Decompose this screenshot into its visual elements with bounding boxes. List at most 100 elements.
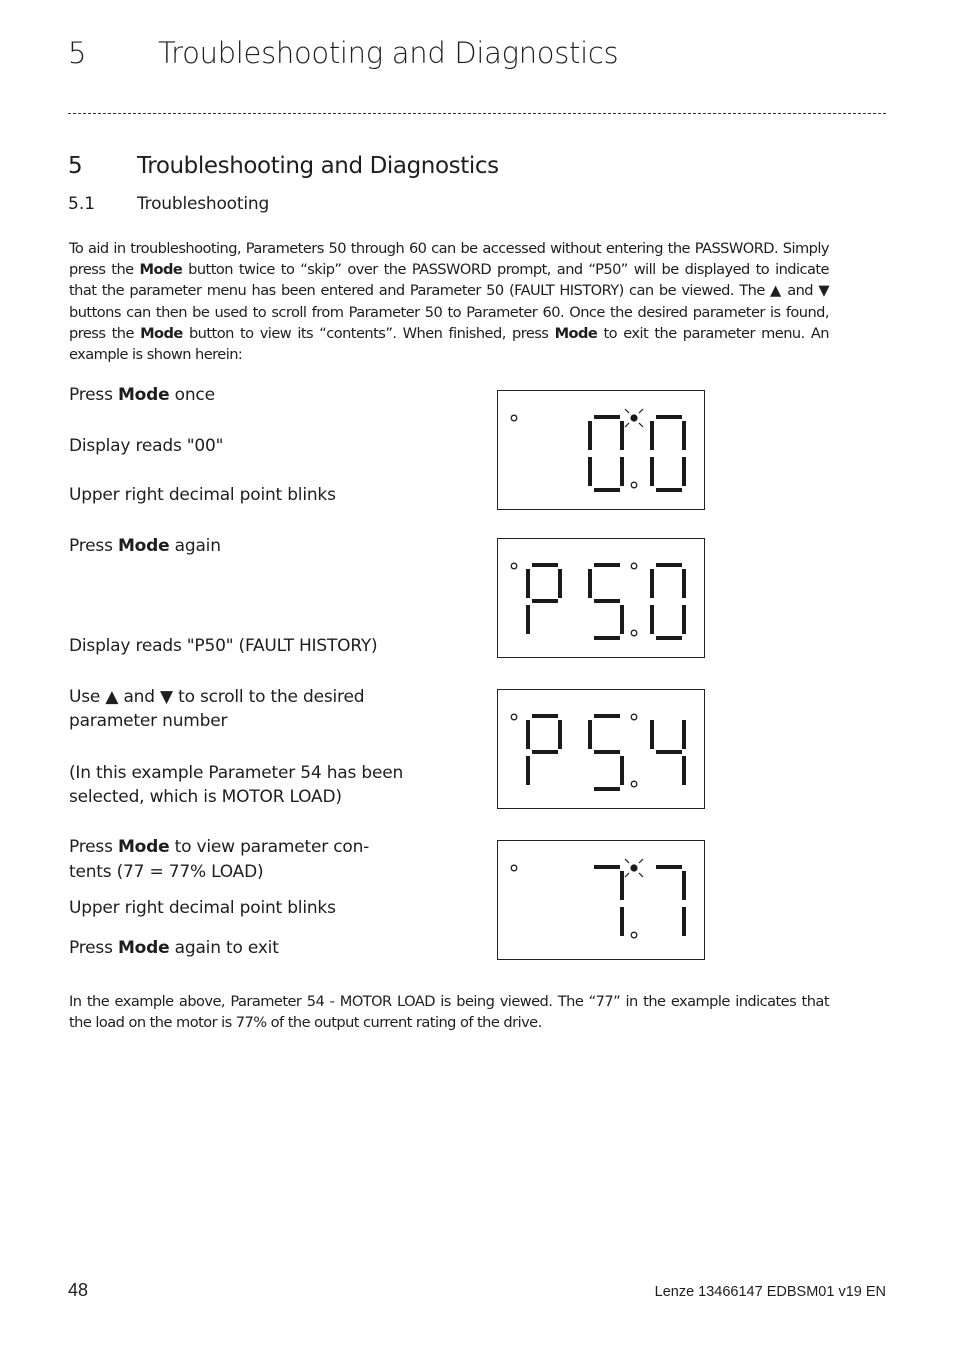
mode-button-label: Mode <box>117 385 170 405</box>
segment-a <box>594 415 620 419</box>
segment-c <box>682 457 686 486</box>
segment-g <box>594 750 620 754</box>
segment-e <box>588 457 592 486</box>
step-scroll-line2: parameter number <box>69 709 228 734</box>
seven-segment-svg <box>510 713 686 791</box>
intro-paragraph: To aid in troubleshooting, Parameters 50… <box>69 238 830 365</box>
text-run: Display reads "00" <box>69 436 224 456</box>
indicator-dot <box>510 562 518 570</box>
section-number: 5 <box>68 153 83 179</box>
segment-b <box>682 421 686 450</box>
blink-ray <box>638 872 644 878</box>
lower-decimal-point <box>630 629 638 637</box>
segment-c <box>620 457 624 486</box>
blink-ray <box>624 422 630 428</box>
mode-button-label: Mode <box>140 324 183 342</box>
segment-d <box>594 787 620 791</box>
segment-a <box>532 563 558 567</box>
segment-d <box>594 488 620 492</box>
text-run: again to exit <box>169 938 279 958</box>
step-press-mode-exit: Press Mode again to exit <box>69 936 279 961</box>
mode-button-label: Mode <box>554 324 598 342</box>
segment-e <box>650 605 654 634</box>
step-display-reads-00: Display reads "00" <box>69 434 223 459</box>
segment-f <box>588 421 592 450</box>
segment-b <box>620 421 624 450</box>
mode-button-label: Mode <box>117 938 170 958</box>
segment-b <box>682 720 686 749</box>
blink-ray <box>624 858 630 864</box>
upper-decimal-point <box>630 713 638 721</box>
segment-f <box>526 569 530 598</box>
segment-f <box>650 569 654 598</box>
text-run: Upper right decimal point blinks <box>69 485 336 505</box>
segment-d <box>656 636 682 640</box>
segment-f <box>588 720 592 749</box>
chapter-title: Troubleshooting and Diagnostics <box>158 36 619 70</box>
segment-e <box>526 605 530 634</box>
text-run: tents (77 = 77% LOAD) <box>69 862 264 882</box>
mode-button-label: Mode <box>117 837 170 857</box>
segment-e <box>650 457 654 486</box>
led-display-77 <box>497 840 705 960</box>
led-display-p50 <box>497 538 705 658</box>
text-run: Display reads "P50" (FAULT HISTORY) <box>69 636 378 656</box>
led-display-00 <box>497 390 705 510</box>
step-scroll-line1: Use ▲ and ▼ to scroll to the desired <box>69 685 365 710</box>
segment-c <box>682 756 686 785</box>
chapter-number: 5 <box>68 36 87 70</box>
text-run: (In this example Parameter 54 has been <box>69 763 404 783</box>
text-run: button to view its “contents”. When fini… <box>182 324 555 342</box>
segment-f <box>650 720 654 749</box>
text-run: In the example above, Parameter 54 - MOT… <box>69 993 830 1032</box>
segment-f <box>650 421 654 450</box>
text-run: Upper right decimal point blinks <box>69 898 336 918</box>
step-press-mode-once: Press Mode once <box>69 383 215 408</box>
segment-c <box>682 605 686 634</box>
upper-decimal-point <box>630 562 638 570</box>
segment-a <box>594 865 620 869</box>
blinking-decimal-point <box>630 864 638 872</box>
segment-g <box>656 750 682 754</box>
outro-paragraph: In the example above, Parameter 54 - MOT… <box>69 991 830 1033</box>
segment-d <box>656 488 682 492</box>
text-run: Press <box>69 837 118 857</box>
segment-b <box>682 569 686 598</box>
seven-segment-svg <box>510 858 686 939</box>
segment-g <box>532 599 558 603</box>
step-decimal-blinks: Upper right decimal point blinks <box>69 483 336 508</box>
mode-button-label: Mode <box>117 536 170 556</box>
step-decimal-blinks-2: Upper right decimal point blinks <box>69 896 336 921</box>
text-run: Press <box>69 385 118 405</box>
segment-c <box>620 907 624 936</box>
step-example-line2: selected, which is MOTOR LOAD) <box>69 785 342 810</box>
text-run: once <box>169 385 215 405</box>
subsection-number: 5.1 <box>68 194 96 214</box>
step-view-contents-line2: tents (77 = 77% LOAD) <box>69 860 264 885</box>
text-run: Press <box>69 938 118 958</box>
segment-f <box>526 720 530 749</box>
segment-a <box>594 563 620 567</box>
text-run: to view parameter con- <box>169 837 370 857</box>
segment-c <box>620 605 624 634</box>
blinking-decimal-point <box>630 414 638 422</box>
segment-b <box>620 871 624 900</box>
indicator-dot <box>510 414 518 422</box>
blink-ray <box>624 872 630 878</box>
segment-a <box>532 714 558 718</box>
text-run: selected, which is MOTOR LOAD) <box>69 787 342 807</box>
segment-a <box>656 563 682 567</box>
step-view-contents-line1: Press Mode to view parameter con- <box>69 835 369 860</box>
blink-ray <box>638 408 644 414</box>
segment-a <box>594 714 620 718</box>
blink-ray <box>638 858 644 864</box>
led-display-p54 <box>497 689 705 809</box>
segment-f <box>588 569 592 598</box>
segment-b <box>682 871 686 900</box>
segment-e <box>526 756 530 785</box>
segment-d <box>594 636 620 640</box>
page-number: 48 <box>68 1280 89 1300</box>
text-run: parameter number <box>69 711 228 731</box>
subsection-title: Troubleshooting <box>137 194 270 214</box>
lower-decimal-point <box>630 481 638 489</box>
